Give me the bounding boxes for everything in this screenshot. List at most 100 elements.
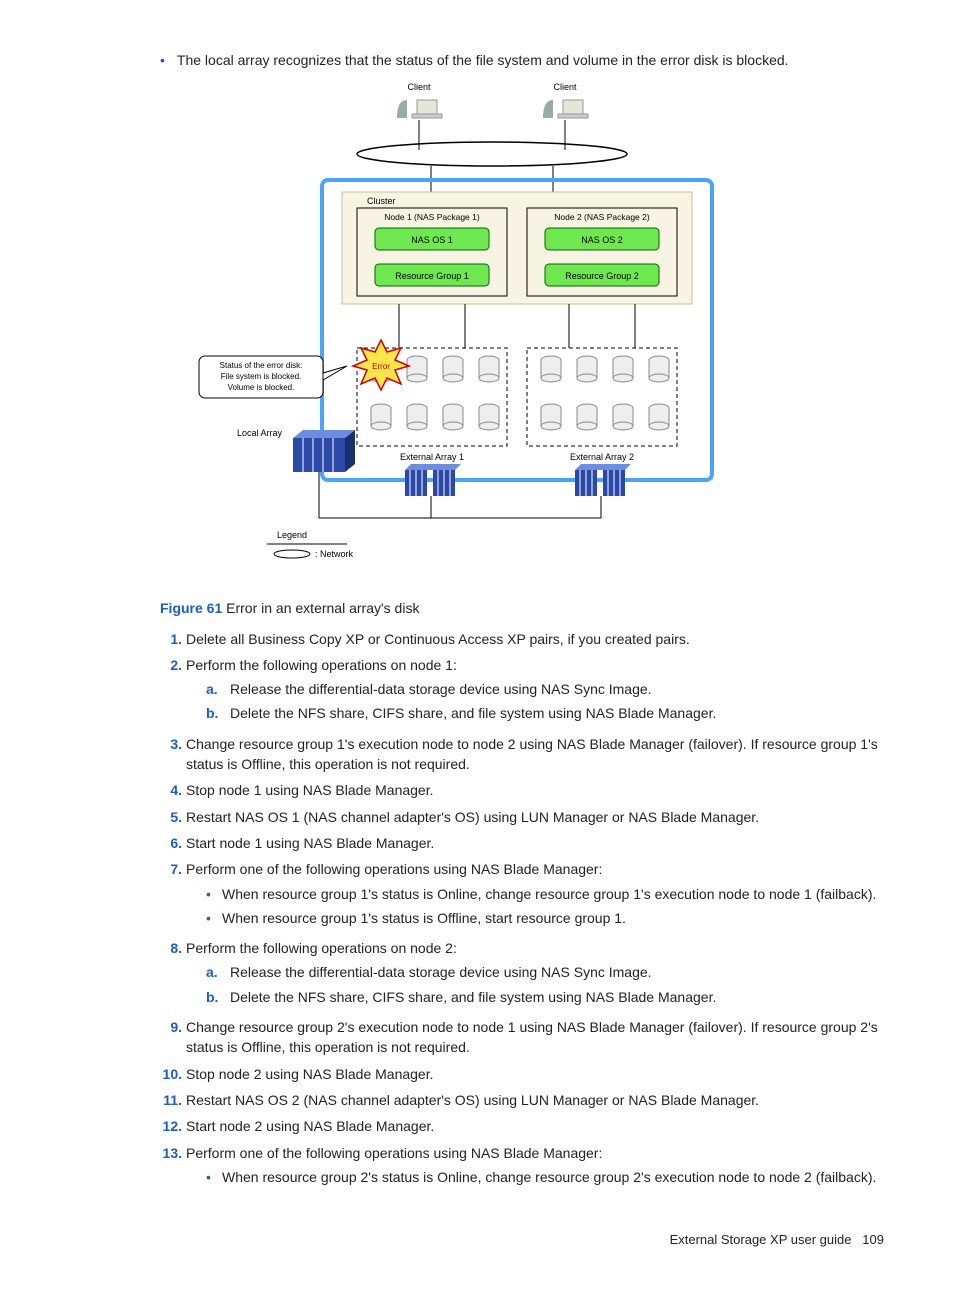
step-number: 13. <box>160 1143 182 1192</box>
procedure-step: 11.Restart NAS OS 2 (NAS channel adapter… <box>160 1090 894 1110</box>
step-body: Perform one of the following operations … <box>186 859 894 932</box>
step-number: 2. <box>160 655 182 728</box>
step-number: 1. <box>160 629 182 649</box>
sub-step-letter: b. <box>206 703 226 723</box>
procedure-step: 9.Change resource group 2's execution no… <box>160 1017 894 1058</box>
step-body: Start node 1 using NAS Blade Manager. <box>186 833 894 853</box>
diagram-svg: Client Client Cluster Node 1 (NAS Packag… <box>197 78 757 588</box>
svg-text:Volume is blocked.: Volume is blocked. <box>228 383 295 392</box>
disks-icon <box>371 356 669 430</box>
svg-text:Legend: Legend <box>277 530 307 540</box>
architecture-diagram: Client Client Cluster Node 1 (NAS Packag… <box>197 78 757 588</box>
step-number: 7. <box>160 859 182 932</box>
sub-step: a.Release the differential-data storage … <box>206 962 894 982</box>
step-number: 10. <box>160 1064 182 1084</box>
bullet-dot-icon: • <box>160 50 165 70</box>
step-text: Start node 2 using NAS Blade Manager. <box>186 1116 894 1136</box>
procedure-step: 13.Perform one of the following operatio… <box>160 1143 894 1192</box>
intro-bullet: • The local array recognizes that the st… <box>160 50 894 70</box>
procedure-step: 4.Stop node 1 using NAS Blade Manager. <box>160 780 894 800</box>
step-text: Change resource group 2's execution node… <box>186 1017 894 1058</box>
step-body: Change resource group 1's execution node… <box>186 734 894 775</box>
sub-bullet-item: •When resource group 2's status is Onlin… <box>206 1167 894 1187</box>
step-text: Perform the following operations on node… <box>186 938 894 958</box>
step-body: Perform the following operations on node… <box>186 938 894 1011</box>
sub-alpha-list: a.Release the differential-data storage … <box>206 679 894 724</box>
step-text: Perform the following operations on node… <box>186 655 894 675</box>
sub-step-letter: b. <box>206 987 226 1007</box>
svg-text:Resource Group 2: Resource Group 2 <box>565 271 639 281</box>
procedure-step: 12.Start node 2 using NAS Blade Manager. <box>160 1116 894 1136</box>
step-number: 6. <box>160 833 182 853</box>
sub-step-text: Release the differential-data storage de… <box>230 962 652 982</box>
sub-bullet-list: •When resource group 1's status is Onlin… <box>206 884 894 929</box>
svg-text:Cluster: Cluster <box>367 196 396 206</box>
client-1-icon: Client <box>397 82 442 118</box>
sub-step-letter: a. <box>206 962 226 982</box>
svg-text:Local Array: Local Array <box>237 428 283 438</box>
step-number: 8. <box>160 938 182 1011</box>
procedure-step: 2.Perform the following operations on no… <box>160 655 894 728</box>
sub-step-text: Delete the NFS share, CIFS share, and fi… <box>230 703 716 723</box>
step-text: Start node 1 using NAS Blade Manager. <box>186 833 894 853</box>
sub-alpha-list: a.Release the differential-data storage … <box>206 962 894 1007</box>
bullet-dot-icon: • <box>206 884 222 904</box>
footer-title: External Storage XP user guide <box>670 1232 852 1247</box>
svg-text:External Array 2: External Array 2 <box>570 452 634 462</box>
step-body: Restart NAS OS 1 (NAS channel adapter's … <box>186 807 894 827</box>
sub-bullet-text: When resource group 2's status is Online… <box>222 1167 876 1187</box>
step-number: 4. <box>160 780 182 800</box>
step-number: 3. <box>160 734 182 775</box>
svg-text:Status of the error disk:: Status of the error disk: <box>220 361 303 370</box>
step-number: 11. <box>160 1090 182 1110</box>
step-text: Restart NAS OS 2 (NAS channel adapter's … <box>186 1090 894 1110</box>
sub-bullet-text: When resource group 1's status is Offlin… <box>222 908 626 928</box>
step-body: Perform one of the following operations … <box>186 1143 894 1192</box>
svg-text:Node 2 (NAS Package 2): Node 2 (NAS Package 2) <box>554 212 650 222</box>
procedure-list: 1.Delete all Business Copy XP or Continu… <box>160 629 894 1192</box>
procedure-step: 5.Restart NAS OS 1 (NAS channel adapter'… <box>160 807 894 827</box>
procedure-step: 3.Change resource group 1's execution no… <box>160 734 894 775</box>
step-number: 9. <box>160 1017 182 1058</box>
step-text: Perform one of the following operations … <box>186 859 894 879</box>
bullet-dot-icon: • <box>206 908 222 928</box>
sub-bullet-item: •When resource group 1's status is Offli… <box>206 908 894 928</box>
step-text: Delete all Business Copy XP or Continuou… <box>186 629 894 649</box>
figure-title: Error in an external array's disk <box>226 600 419 616</box>
ext-array-1-icon <box>405 464 461 496</box>
sub-step-letter: a. <box>206 679 226 699</box>
svg-text:: Network: : Network <box>315 549 354 559</box>
sub-step-text: Release the differential-data storage de… <box>230 679 652 699</box>
ext-array-2-icon <box>575 464 631 496</box>
page-footer: External Storage XP user guide 109 <box>60 1231 894 1250</box>
sub-step: b.Delete the NFS share, CIFS share, and … <box>206 987 894 1007</box>
step-text: Change resource group 1's execution node… <box>186 734 894 775</box>
sub-step: a.Release the differential-data storage … <box>206 679 894 699</box>
svg-text:File system is blocked.: File system is blocked. <box>221 372 301 381</box>
figure-label: Figure 61 <box>160 600 222 616</box>
sub-bullet-list: •When resource group 2's status is Onlin… <box>206 1167 894 1187</box>
step-text: Stop node 1 using NAS Blade Manager. <box>186 780 894 800</box>
procedure-step: 7.Perform one of the following operation… <box>160 859 894 932</box>
procedure-step: 1.Delete all Business Copy XP or Continu… <box>160 629 894 649</box>
sub-bullet-item: •When resource group 1's status is Onlin… <box>206 884 894 904</box>
footer-page: 109 <box>862 1232 884 1247</box>
svg-text:NAS OS 2: NAS OS 2 <box>581 235 623 245</box>
step-text: Restart NAS OS 1 (NAS channel adapter's … <box>186 807 894 827</box>
local-array-icon <box>293 430 355 472</box>
network-ellipse-icon <box>357 142 627 166</box>
step-body: Start node 2 using NAS Blade Manager. <box>186 1116 894 1136</box>
bullet-dot-icon: • <box>206 1167 222 1187</box>
step-number: 5. <box>160 807 182 827</box>
step-text: Perform one of the following operations … <box>186 1143 894 1163</box>
step-text: Stop node 2 using NAS Blade Manager. <box>186 1064 894 1084</box>
svg-text:External Array 1: External Array 1 <box>400 452 464 462</box>
sub-step-text: Delete the NFS share, CIFS share, and fi… <box>230 987 716 1007</box>
client-2-icon: Client <box>543 82 588 118</box>
step-body: Restart NAS OS 2 (NAS channel adapter's … <box>186 1090 894 1110</box>
procedure-step: 10.Stop node 2 using NAS Blade Manager. <box>160 1064 894 1084</box>
procedure-step: 8.Perform the following operations on no… <box>160 938 894 1011</box>
sub-bullet-text: When resource group 1's status is Online… <box>222 884 876 904</box>
step-body: Delete all Business Copy XP or Continuou… <box>186 629 894 649</box>
step-body: Change resource group 2's execution node… <box>186 1017 894 1058</box>
